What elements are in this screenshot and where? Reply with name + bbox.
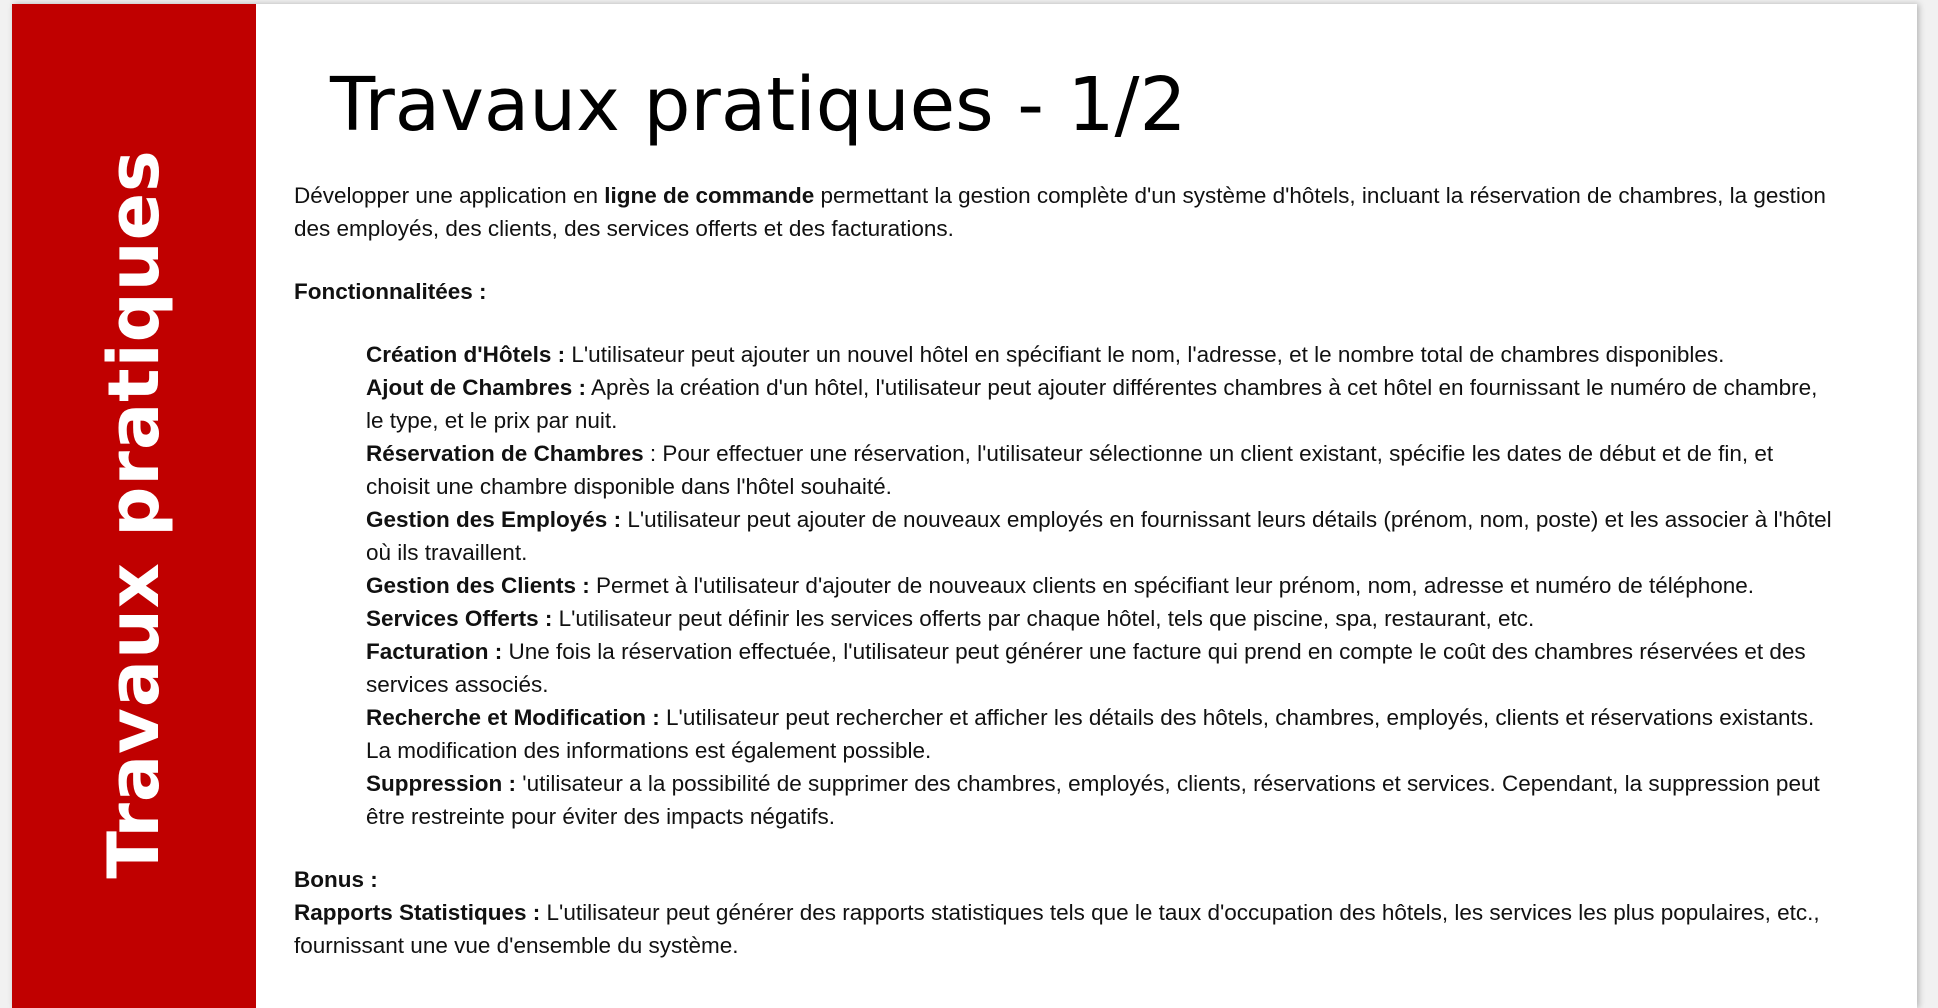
bonus-paragraph: Rapports Statistiques : L'utilisateur pe…: [294, 896, 1834, 962]
feature-label: Services Offerts :: [366, 606, 553, 631]
sidebar-title: Travaux pratiques: [93, 149, 175, 879]
feature-label: Gestion des Employés :: [366, 507, 622, 532]
feature-label: Gestion des Clients :: [366, 573, 590, 598]
sidebar-banner: Travaux pratiques: [12, 4, 256, 1008]
body-text: Développer une application en ligne de c…: [294, 179, 1834, 962]
feature-label: Réservation de Chambres: [366, 441, 644, 466]
feature-label: Suppression :: [366, 771, 517, 796]
list-item: Gestion des Employés : L'utilisateur peu…: [366, 503, 1834, 569]
bonus-heading-text: Bonus :: [294, 867, 378, 892]
bonus-label: Rapports Statistiques :: [294, 900, 541, 925]
intro-bold-text: ligne de commande: [604, 183, 815, 208]
intro-paragraph: Développer une application en ligne de c…: [294, 179, 1834, 245]
feature-list: Création d'Hôtels : L'utilisateur peut a…: [294, 338, 1834, 833]
feature-label: Recherche et Modification :: [366, 705, 660, 730]
list-item: Gestion des Clients : Permet à l'utilisa…: [366, 569, 1834, 602]
intro-text-before: Développer une application en: [294, 183, 605, 208]
feature-label: Facturation :: [366, 639, 503, 664]
list-item: Ajout de Chambres : Après la création d'…: [366, 371, 1834, 437]
list-item: Réservation de Chambres : Pour effectuer…: [366, 437, 1834, 503]
feature-text: L'utilisateur peut ajouter un nouvel hôt…: [565, 342, 1725, 367]
slide: Travaux pratiques Travaux pratiques - 1/…: [12, 4, 1917, 1008]
list-item: Suppression : 'utilisateur a la possibil…: [366, 767, 1834, 833]
feature-text: 'utilisateur a la possibilité de supprim…: [366, 771, 1820, 829]
features-heading-text: Fonctionnalitées :: [294, 279, 487, 304]
feature-text: L'utilisateur peut définir les services …: [552, 606, 1535, 631]
list-item: Services Offerts : L'utilisateur peut dé…: [366, 602, 1834, 635]
list-item: Recherche et Modification : L'utilisateu…: [366, 701, 1834, 767]
features-heading: Fonctionnalitées :: [294, 275, 1834, 308]
list-item: Création d'Hôtels : L'utilisateur peut a…: [366, 338, 1834, 371]
feature-label: Ajout de Chambres :: [366, 375, 587, 400]
feature-text: Permet à l'utilisateur d'ajouter de nouv…: [589, 573, 1755, 598]
bonus-heading: Bonus :: [294, 863, 1834, 896]
feature-text: Une fois la réservation effectuée, l'uti…: [366, 639, 1806, 697]
page-title: Travaux pratiques - 1/2: [330, 62, 1187, 148]
list-item: Facturation : Une fois la réservation ef…: [366, 635, 1834, 701]
feature-label: Création d'Hôtels :: [366, 342, 566, 367]
